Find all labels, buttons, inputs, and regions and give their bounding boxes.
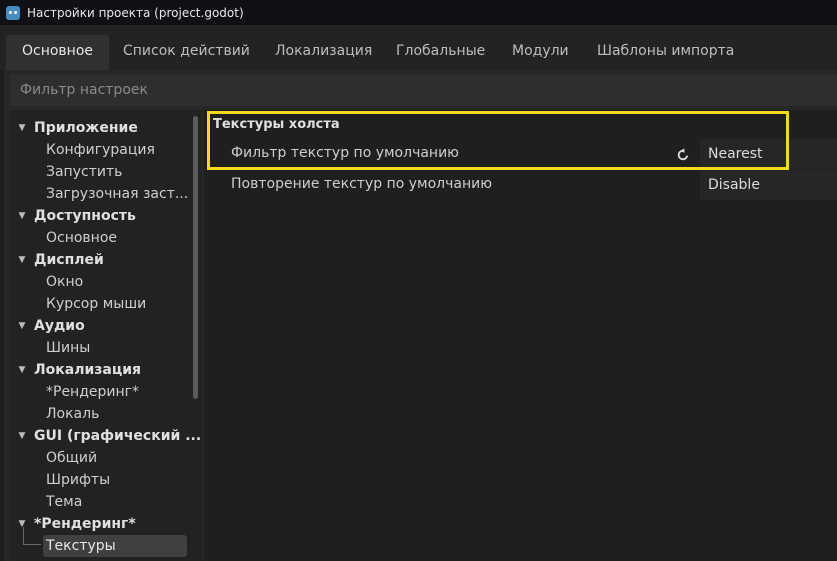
tree-section-audio[interactable]: ▼ Аудио <box>10 315 85 337</box>
tree-item-fonts[interactable]: Шрифты <box>46 469 110 491</box>
tree-section-accessibility[interactable]: ▼ Доступность <box>10 205 136 227</box>
chevron-down-icon[interactable]: ▼ <box>10 205 34 227</box>
texture-repeat-dropdown[interactable]: Disable <box>700 170 837 200</box>
godot-app-icon <box>6 5 20 20</box>
tree-item-boot-splash[interactable]: Загрузочная заст... <box>46 183 188 205</box>
tab-globals[interactable]: Глобальные <box>380 35 501 70</box>
tree-item-localization-rendering[interactable]: *Рендеринг* <box>46 381 139 403</box>
tab-import-defaults[interactable]: Шаблоны импорта <box>581 35 750 70</box>
tab-input-map[interactable]: Список действий <box>107 35 266 70</box>
property-label-default-texture-repeat: Повторение текстур по умолчанию <box>231 176 492 192</box>
tree-section-localization[interactable]: ▼ Локализация <box>10 359 142 381</box>
tab-general[interactable]: Основное <box>6 35 110 70</box>
tab-localization[interactable]: Локализация <box>259 35 388 70</box>
tree-item-run[interactable]: Запустить <box>46 161 122 183</box>
tree-item-window[interactable]: Окно <box>46 271 83 293</box>
group-title-canvas-textures: Текстуры холста <box>213 117 340 132</box>
tree-guide-line <box>23 527 24 544</box>
title-bar: Настройки проекта (project.godot) <box>0 0 837 25</box>
tree-section-label: GUI (графический ... <box>34 428 202 444</box>
tree-section-label: *Рендеринг* <box>34 516 136 532</box>
tree-item-accessibility-general[interactable]: Основное <box>46 227 117 249</box>
settings-filter <box>10 74 837 106</box>
tree-section-display[interactable]: ▼ Дисплей <box>10 249 104 271</box>
chevron-down-icon[interactable]: ▼ <box>10 359 34 381</box>
tree-section-application[interactable]: ▼ Приложение <box>10 117 138 139</box>
tree-item-buses[interactable]: Шины <box>46 337 90 359</box>
property-label-default-texture-filter: Фильтр текстур по умолчанию <box>231 145 459 161</box>
settings-category-tree: ▼ Приложение Конфигурация Запустить Загру… <box>10 110 202 561</box>
tree-item-locale[interactable]: Локаль <box>46 403 99 425</box>
tree-section-label: Дисплей <box>34 252 104 268</box>
tree-item-gui-common[interactable]: Общий <box>46 447 97 469</box>
tree-item-config[interactable]: Конфигурация <box>46 139 155 161</box>
tree-guide-line <box>23 544 41 545</box>
tree-section-label: Аудио <box>34 318 85 334</box>
tree-item-mouse-cursor[interactable]: Курсор мыши <box>46 293 146 315</box>
chevron-down-icon[interactable]: ▼ <box>10 249 34 271</box>
chevron-down-icon[interactable]: ▼ <box>10 315 34 337</box>
tree-section-rendering[interactable]: ▼ *Рендеринг* <box>10 513 136 535</box>
tree-section-label: Локализация <box>34 362 142 378</box>
tree-item-textures[interactable]: Текстуры <box>43 535 187 557</box>
tree-section-gui[interactable]: ▼ GUI (графический ... <box>10 425 202 447</box>
tab-plugins[interactable]: Модули <box>496 35 585 70</box>
tree-section-label: Приложение <box>34 120 138 136</box>
tree-section-label: Доступность <box>34 208 136 224</box>
tab-bar: Основное Список действий Локализация Гло… <box>0 25 837 70</box>
chevron-down-icon[interactable]: ▼ <box>10 117 34 139</box>
chevron-down-icon[interactable]: ▼ <box>10 425 34 447</box>
filter-settings-input[interactable] <box>10 74 837 106</box>
revert-icon[interactable] <box>675 147 691 163</box>
chevron-down-icon[interactable]: ▼ <box>10 513 34 535</box>
window-title: Настройки проекта (project.godot) <box>27 5 244 20</box>
tree-item-theme[interactable]: Тема <box>46 491 82 513</box>
texture-filter-dropdown[interactable]: Nearest <box>700 139 837 169</box>
tree-scrollbar[interactable] <box>193 116 198 399</box>
